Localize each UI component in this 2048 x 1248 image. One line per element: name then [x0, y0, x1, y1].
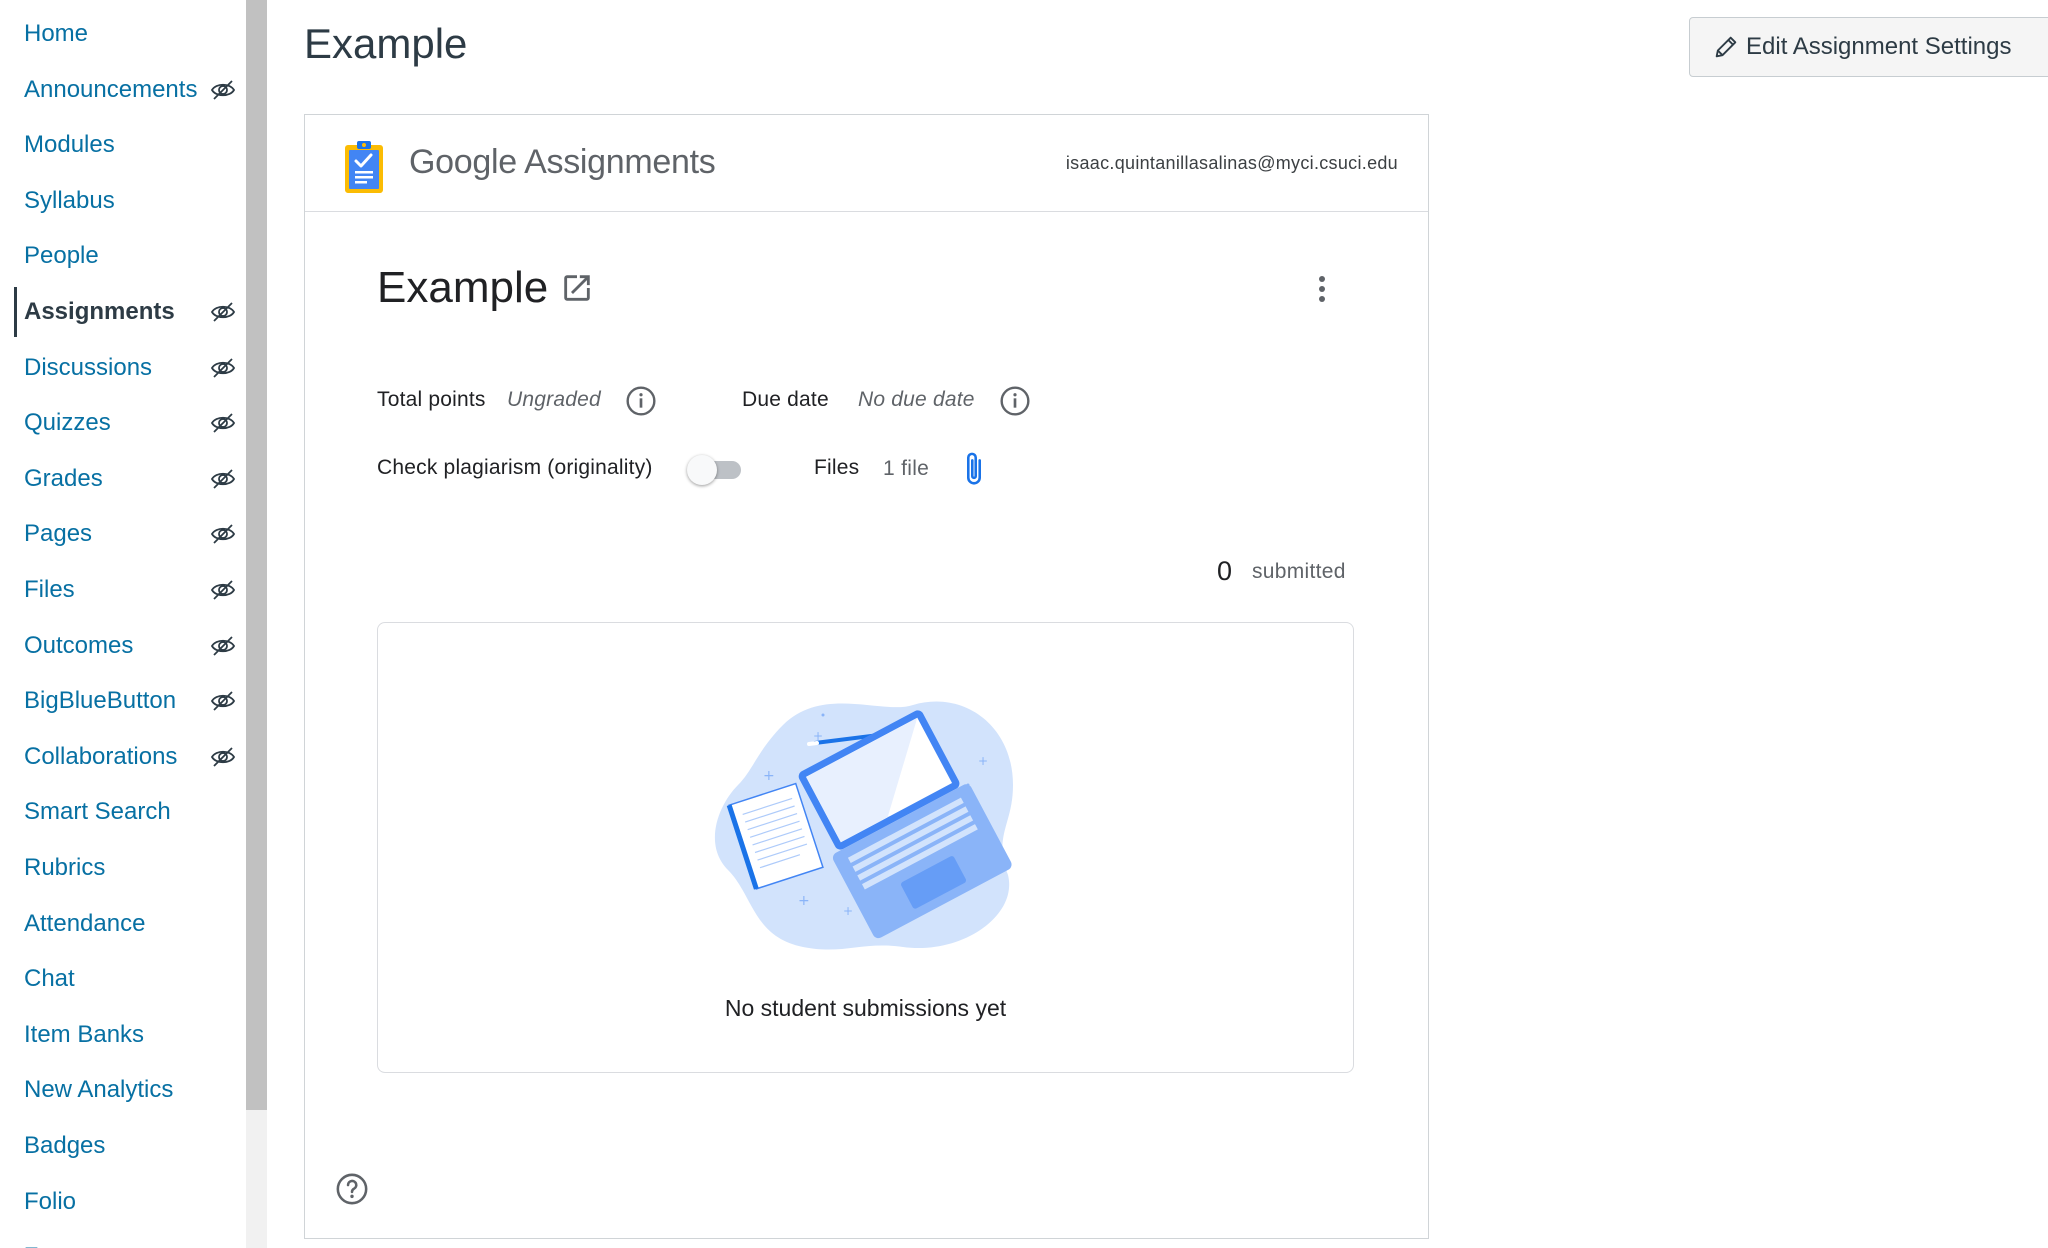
- page-title: Example: [304, 20, 468, 67]
- due-date-value: No due date: [858, 388, 975, 411]
- sidebar-item-label: Collaborations: [24, 742, 178, 770]
- sidebar-item-label: New Analytics: [24, 1076, 174, 1104]
- sidebar-item-label: Files: [24, 576, 75, 603]
- sidebar-item-rubrics[interactable]: Rubrics: [0, 843, 246, 893]
- sidebar-item-label: Pages: [24, 520, 93, 548]
- user-email: isaac.quintanillasalinas@myci.csuci.edu: [1065, 153, 1398, 173]
- eye-slash-icon: [210, 635, 236, 657]
- sidebar-item-bigbluebutton[interactable]: BigBlueButton: [0, 676, 246, 726]
- google-assignments-header: Google Assignments isaac.quintanillasali…: [305, 115, 1428, 212]
- sidebar-item-label: Smart Search: [24, 798, 171, 826]
- sidebar-item-label: Attendance: [24, 909, 146, 937]
- svg-text:+: +: [843, 904, 853, 918]
- brand-product-text: Assignments: [524, 143, 716, 181]
- total-points-info-icon[interactable]: [625, 385, 657, 417]
- nav-scrollbar-thumb[interactable]: [246, 0, 267, 1110]
- sidebar-item-label: Outcomes: [24, 631, 134, 659]
- sidebar-item-announcements[interactable]: Announcements: [0, 65, 246, 115]
- sidebar-item-modules[interactable]: Modules: [0, 120, 246, 170]
- sidebar-item-files[interactable]: Files: [0, 565, 246, 615]
- sidebar-item-label: Announcements: [24, 75, 198, 103]
- sidebar-item-badges[interactable]: Badges: [0, 1121, 246, 1171]
- edit-assignment-settings-label: Edit Assignment Settings: [1746, 33, 2012, 60]
- sidebar-item-label: BigBlueButton: [24, 687, 177, 715]
- sidebar-item-item-banks[interactable]: Item Banks: [0, 1010, 246, 1060]
- sidebar-item-chat[interactable]: Chat: [0, 954, 246, 1004]
- sidebar-item-label: Assignments: [24, 298, 175, 325]
- pencil-icon: [1715, 36, 1737, 58]
- sidebar-item-label: Chat: [24, 965, 75, 993]
- svg-text:+: +: [978, 754, 988, 768]
- submitted-label: submitted: [1252, 560, 1346, 583]
- sidebar-item-syllabus[interactable]: Syllabus: [0, 176, 246, 226]
- sidebar-item-collaborations[interactable]: Collaborations: [0, 732, 246, 782]
- sidebar-item-label: Syllabus: [24, 186, 115, 214]
- due-date-label: Due date: [742, 388, 829, 411]
- sidebar-item-folio[interactable]: Folio: [0, 1177, 246, 1227]
- total-points-value: Ungraded: [507, 388, 601, 411]
- submitted-count: 0: [1217, 556, 1233, 586]
- sidebar-item-grades[interactable]: Grades: [0, 454, 246, 504]
- eye-slash-icon: [210, 690, 236, 712]
- course-navigation: Home Announcements Modules Syllabus People As…: [0, 0, 246, 1248]
- sidebar-item-zoom[interactable]: Zoom: [0, 1232, 246, 1248]
- help-icon[interactable]: [335, 1172, 369, 1206]
- submissions-empty-card: + + + + + No student submissions yet: [377, 622, 1354, 1073]
- sidebar-item-label: Home: [24, 20, 89, 47]
- edit-assignment-settings-button[interactable]: Edit Assignment Settings: [1689, 17, 2048, 77]
- eye-slash-icon: [210, 468, 236, 490]
- attachment-icon[interactable]: [960, 449, 988, 489]
- laptop-illustration: + + + + +: [714, 701, 1013, 950]
- svg-text:+: +: [763, 768, 775, 784]
- files-count[interactable]: 1 file: [883, 457, 929, 481]
- google-assignments-brand: Google Assignments: [409, 143, 716, 182]
- sidebar-item-label: Zoom: [24, 1243, 85, 1248]
- sidebar-item-label: Grades: [24, 464, 103, 492]
- more-options-icon[interactable]: [1304, 269, 1340, 309]
- plagiarism-toggle[interactable]: [685, 453, 745, 485]
- sidebar-item-label: Item Banks: [24, 1020, 145, 1048]
- sidebar-item-pages[interactable]: Pages: [0, 509, 246, 559]
- sidebar-item-label: People: [24, 242, 99, 270]
- sidebar-item-label: Discussions: [24, 353, 153, 381]
- open-in-new-icon[interactable]: [560, 271, 594, 305]
- sidebar-item-people[interactable]: People: [0, 231, 246, 281]
- eye-slash-icon: [210, 357, 236, 379]
- eye-slash-icon: [210, 523, 236, 545]
- eye-slash-icon: [210, 301, 236, 323]
- sidebar-item-quizzes[interactable]: Quizzes: [0, 398, 246, 448]
- sidebar-item-label: Quizzes: [24, 409, 111, 437]
- sidebar-item-discussions[interactable]: Discussions: [0, 343, 246, 393]
- sidebar-item-assignments[interactable]: Assignments: [0, 287, 246, 337]
- files-label: Files: [814, 456, 860, 479]
- eye-slash-icon: [210, 412, 236, 434]
- sidebar-item-label: Rubrics: [24, 854, 106, 881]
- google-assignments-frame: Google Assignments isaac.quintanillasali…: [304, 114, 1429, 1239]
- sidebar-item-new-analytics[interactable]: New Analytics: [0, 1065, 246, 1115]
- empty-submissions-message: No student submissions yet: [724, 995, 1007, 1021]
- brand-google-text: Google: [409, 143, 517, 181]
- eye-slash-icon: [210, 746, 236, 768]
- google-assignments-logo-icon: [345, 141, 383, 193]
- eye-slash-icon: [210, 79, 236, 101]
- assignment-panel: Example Total points Ungraded Due date N…: [305, 213, 1428, 1238]
- due-date-info-icon[interactable]: [999, 385, 1031, 417]
- eye-slash-icon: [210, 579, 236, 601]
- svg-text:+: +: [798, 893, 810, 909]
- sidebar-item-label: Folio: [24, 1187, 77, 1215]
- sidebar-item-outcomes[interactable]: Outcomes: [0, 621, 246, 671]
- sidebar-item-label: Badges: [24, 1132, 106, 1159]
- sidebar-item-smart-search[interactable]: Smart Search: [0, 787, 246, 837]
- sidebar-item-home[interactable]: Home: [0, 9, 246, 59]
- sidebar-item-label: Modules: [24, 131, 115, 159]
- total-points-label: Total points: [377, 388, 486, 411]
- sidebar-item-attendance[interactable]: Attendance: [0, 899, 246, 949]
- assignment-title: Example: [377, 263, 549, 312]
- plagiarism-check-label: Check plagiarism (originality): [377, 456, 653, 479]
